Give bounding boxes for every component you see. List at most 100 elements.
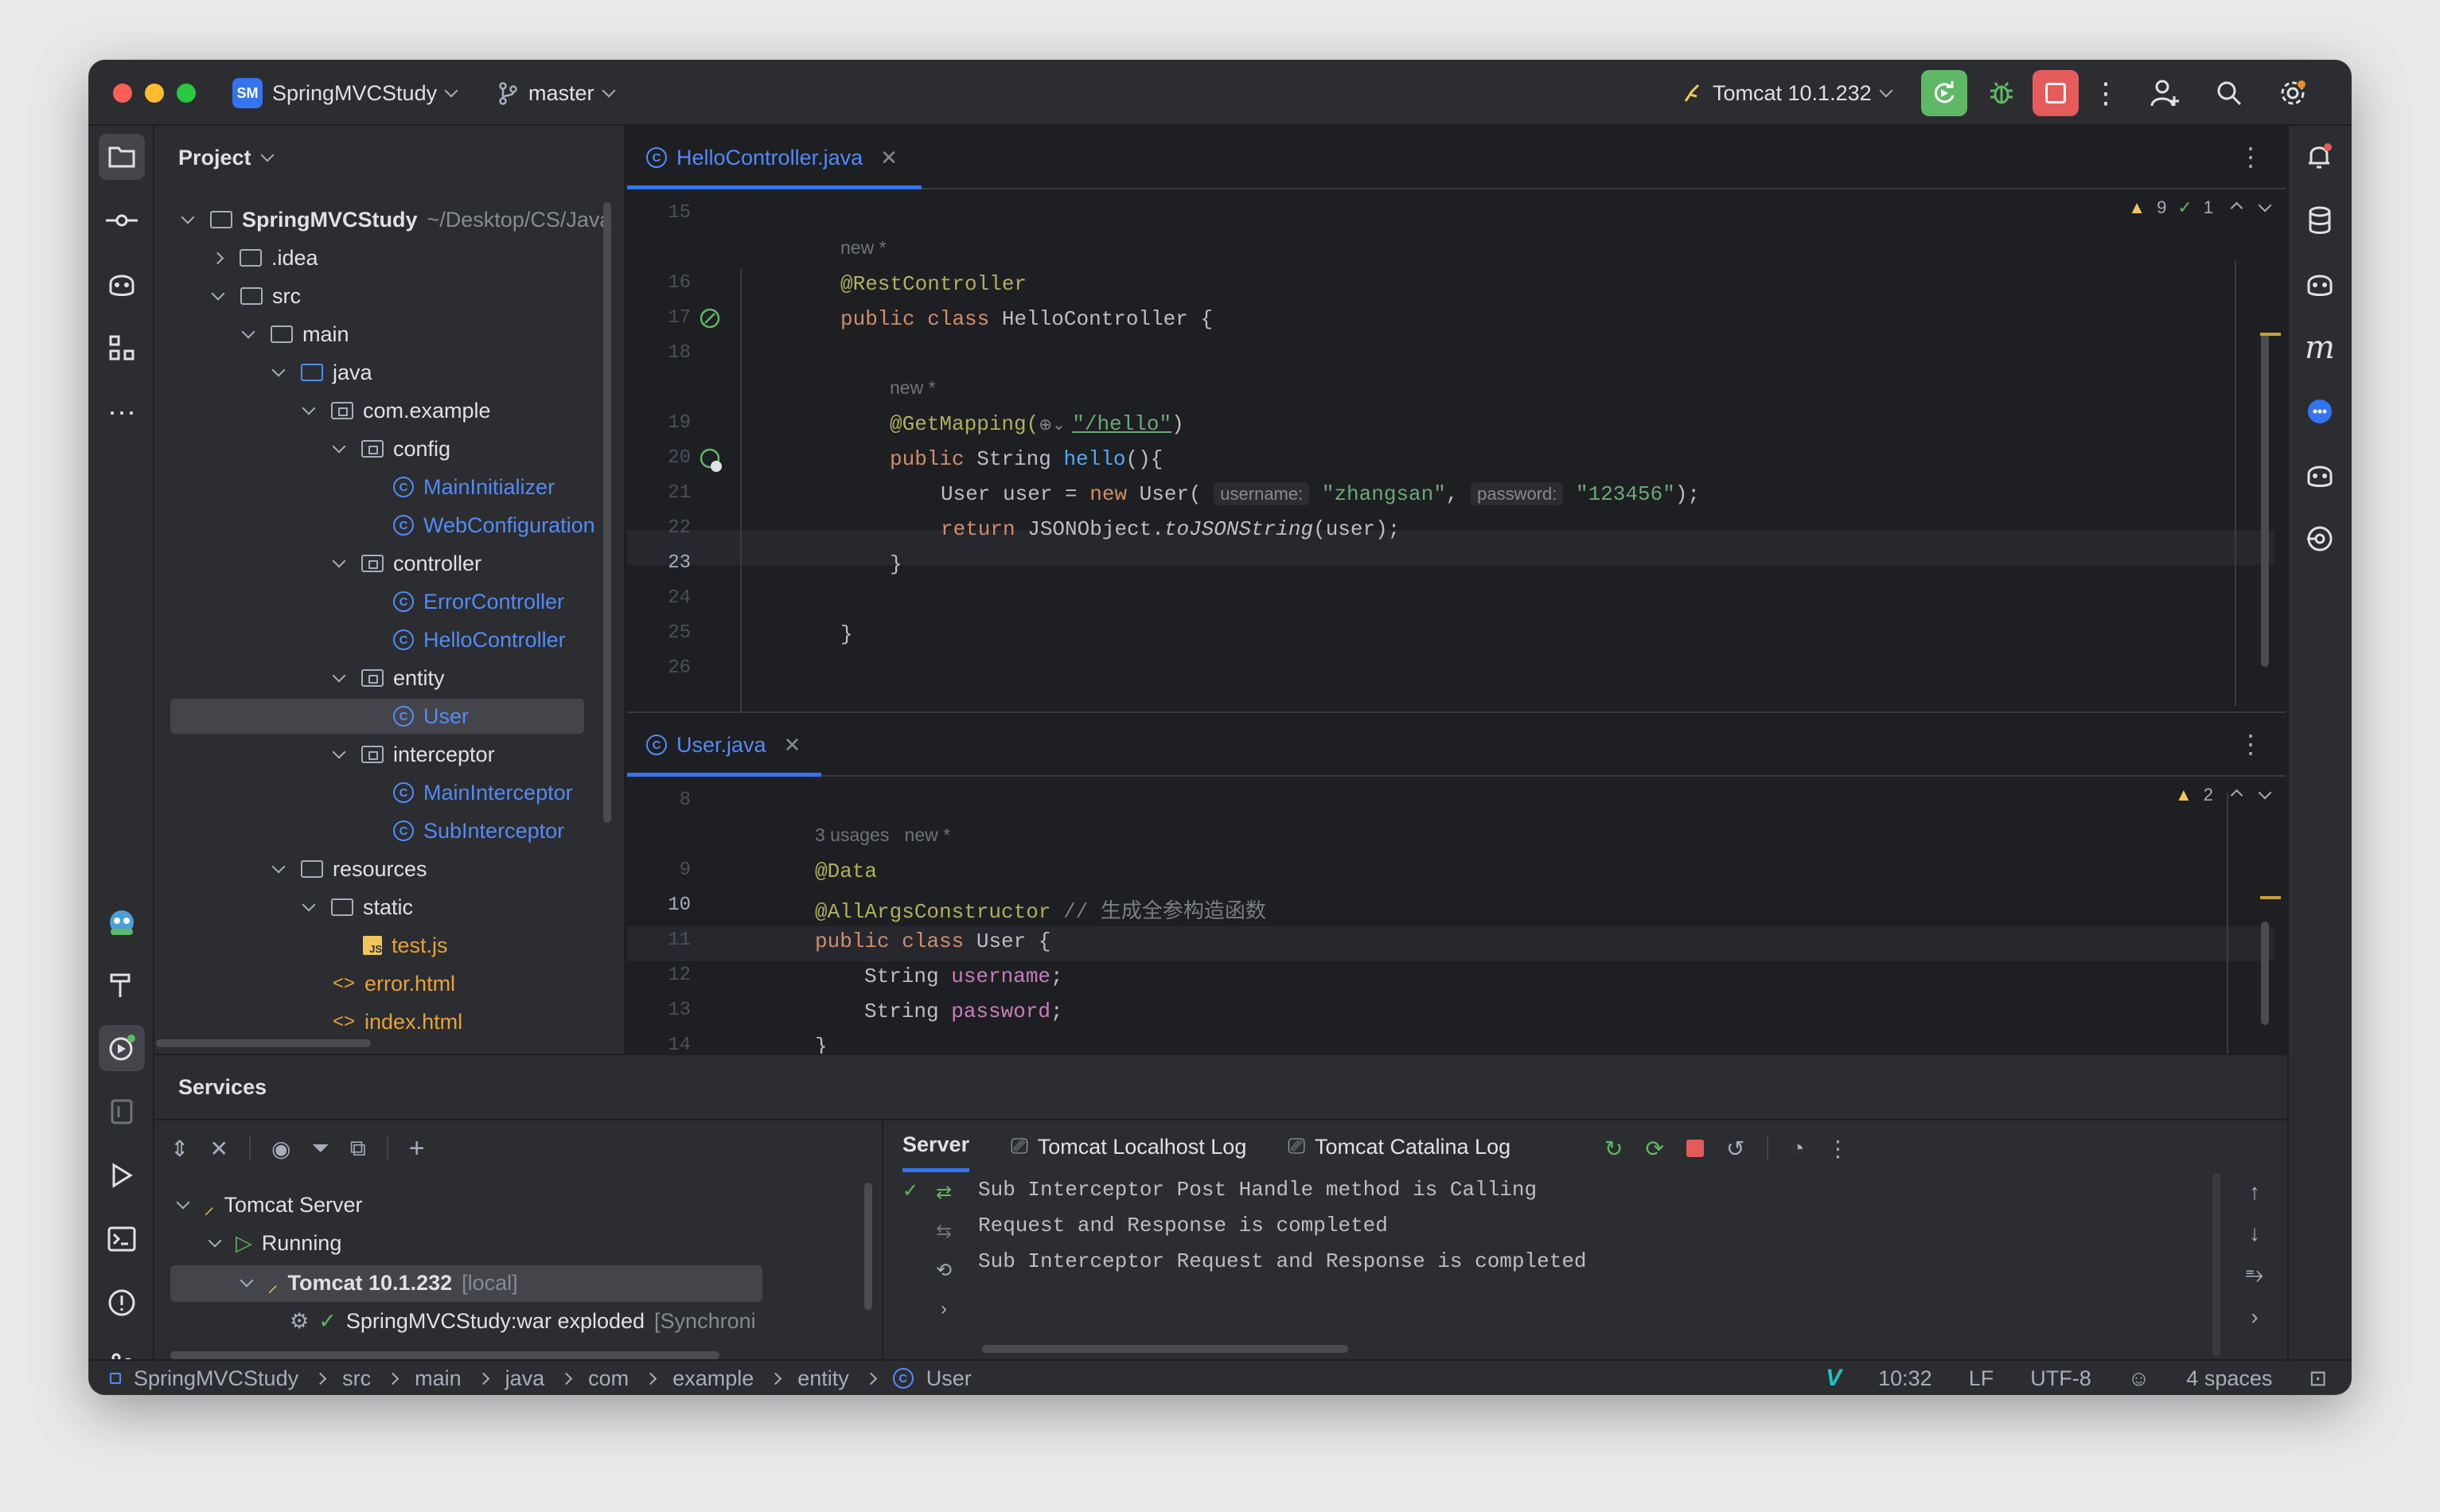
tree-item[interactable]: C ErrorController — [364, 583, 564, 621]
arrow-down-icon[interactable]: ↓ — [2249, 1221, 2260, 1246]
breadcrumb-item[interactable]: src — [342, 1366, 371, 1391]
stop-button[interactable] — [2033, 70, 2079, 116]
run-tool-button[interactable] — [99, 1152, 145, 1198]
filter-icon[interactable]: ⏷ — [311, 1136, 329, 1162]
tree-item[interactable]: interceptor — [332, 735, 495, 774]
close-tab-icon[interactable]: ✕ — [880, 146, 898, 170]
code-with-me-button[interactable] — [2142, 70, 2189, 116]
prev-highlight-icon[interactable] — [2230, 201, 2243, 214]
tab-server[interactable]: Server — [902, 1121, 970, 1172]
branch-selector[interactable]: master — [497, 60, 616, 126]
project-tool-button[interactable] — [99, 134, 145, 180]
indent-setting[interactable]: 4 spaces — [2186, 1366, 2272, 1391]
chevron-down-icon[interactable] — [332, 668, 346, 683]
plugin-tool-button[interactable] — [99, 898, 145, 944]
tree-item[interactable]: C WebConfiguration — [364, 506, 595, 544]
service-node-artifact[interactable]: ⚙ ✓ SpringMVCStudy:war exploded [Synchro… — [290, 1302, 756, 1340]
chevron-down-icon[interactable] — [302, 898, 316, 912]
maven-button[interactable]: m — [2297, 325, 2343, 371]
gauge-icon[interactable]: ◔ — [1791, 1136, 1804, 1161]
tree-item[interactable]: C User — [364, 697, 469, 735]
breadcrumb-item[interactable]: SpringMVCStudy — [134, 1366, 298, 1391]
tree-item[interactable]: <> index.html — [304, 1003, 462, 1041]
chevron-down-icon[interactable] — [332, 745, 346, 759]
tab-user[interactable]: C User.java ✕ — [646, 713, 801, 777]
arrow-up-icon[interactable]: ↑ — [2249, 1179, 2260, 1205]
usages-hint[interactable]: 3 usages new * — [815, 824, 950, 846]
terminal-tool-button[interactable] — [99, 1216, 145, 1262]
problems-tool-button[interactable] — [99, 1280, 145, 1326]
new-tab-icon[interactable]: ⧉ — [350, 1136, 366, 1162]
string-literal[interactable]: "/hello" — [1072, 412, 1171, 436]
structure-tool-button[interactable] — [99, 325, 145, 371]
commit-tool-button[interactable] — [99, 197, 145, 244]
lock-icon[interactable]: ⊡ — [2309, 1366, 2327, 1391]
chevron-down-icon[interactable] — [211, 286, 225, 301]
copilot-status-icon[interactable]: ☺ — [2128, 1366, 2150, 1391]
chevron-right-icon[interactable]: › — [2251, 1304, 2258, 1330]
tab-options-button[interactable]: ⋮ — [2238, 142, 2263, 172]
console-hscrollbar[interactable] — [982, 1345, 1348, 1353]
restart-icon[interactable]: ↺ — [1726, 1136, 1744, 1162]
editor-user[interactable]: C User.java ✕ ⋮ ▲ 2 8 9 10 11 12 13 14 3 … — [627, 711, 2286, 1058]
tree-item[interactable]: main — [241, 315, 349, 353]
tree-item[interactable]: java — [271, 353, 372, 392]
globe-hint-icon[interactable]: ⊕⌄ — [1039, 415, 1072, 435]
expand-icon[interactable]: › — [941, 1298, 947, 1320]
file-encoding[interactable]: UTF-8 — [2030, 1366, 2091, 1391]
tree-item[interactable]: resources — [271, 850, 427, 888]
chevron-down-icon[interactable] — [332, 439, 346, 454]
breadcrumb-item[interactable]: User — [926, 1366, 972, 1391]
tab-options-button[interactable]: ⋮ — [2238, 729, 2263, 759]
copilot-button[interactable] — [2297, 452, 2343, 498]
search-everywhere-button[interactable] — [2206, 70, 2252, 116]
endpoint-gutter-icon[interactable] — [699, 447, 726, 474]
next-highlight-icon[interactable] — [2258, 198, 2272, 212]
add-icon[interactable]: + — [409, 1133, 425, 1164]
editor-hello-controller[interactable]: C HelloController.java ✕ ⋮ ▲ 9 ✓ 1 15 16 1… — [627, 126, 2286, 711]
tab-catalina-log[interactable]: ⎚ Tomcat Catalina Log — [1288, 1134, 1510, 1159]
tree-item[interactable]: .idea — [211, 239, 318, 277]
rerun-button[interactable] — [1921, 70, 1967, 116]
more-actions-button[interactable]: ⋮ — [2090, 70, 2122, 116]
tree-item[interactable]: C MainInitializer — [364, 468, 555, 506]
tree-item[interactable]: controller — [332, 544, 481, 583]
run-config-selector[interactable]: Tomcat 10.1.232 — [1682, 60, 1893, 126]
breadcrumb-item[interactable]: main — [415, 1366, 462, 1391]
chevron-down-icon[interactable] — [302, 401, 316, 415]
breadcrumb-item[interactable]: com — [588, 1366, 629, 1391]
service-node-running[interactable]: ▷ Running — [208, 1224, 341, 1262]
run-panel-tool-button[interactable] — [99, 1089, 145, 1135]
expand-all-icon[interactable]: ⇕ — [170, 1136, 189, 1162]
database-button[interactable] — [2297, 197, 2343, 244]
copilot-chat-button[interactable] — [2297, 261, 2343, 307]
tree-item[interactable]: <> error.html — [304, 964, 455, 1003]
soft-wrap-icon[interactable]: ⥱ — [2246, 1262, 2263, 1288]
tree-horizontal-scrollbar[interactable] — [156, 1039, 371, 1047]
close-tab-icon[interactable]: ✕ — [784, 733, 801, 758]
services-tree-scrollbar[interactable] — [864, 1183, 872, 1310]
kebab-icon[interactable]: ⋮ — [1826, 1136, 1849, 1162]
tree-item[interactable]: static — [302, 888, 413, 926]
editor-scrollbar[interactable] — [2261, 922, 2269, 1025]
service-node-tomcat-instance[interactable]: ⸝ Tomcat 10.1.232 [local] — [240, 1264, 518, 1302]
vim-icon[interactable]: V — [1826, 1365, 1842, 1392]
inspection-widget[interactable]: ▲ 9 ✓ 1 — [2128, 197, 2272, 218]
endpoints-button[interactable] — [2297, 516, 2343, 562]
maximize-window-button[interactable] — [177, 84, 196, 103]
breadcrumb-item[interactable]: java — [505, 1366, 545, 1391]
minimize-window-button[interactable] — [145, 84, 164, 103]
tab-localhost-log[interactable]: ⎚ Tomcat Localhost Log — [1011, 1134, 1246, 1159]
tree-item[interactable]: com.example — [302, 392, 491, 430]
chevron-right-icon[interactable] — [211, 251, 224, 264]
redeploy-icon[interactable]: ⟳ — [1645, 1136, 1663, 1162]
breadcrumb-item[interactable]: example — [672, 1366, 754, 1391]
tree-item[interactable]: SpringMVCStudy ~/Desktop/CS/Java — [181, 201, 611, 239]
ai-chat-button[interactable] — [2297, 388, 2343, 435]
rerun-icon[interactable]: ↻ — [1604, 1136, 1623, 1162]
editor-scrollbar[interactable] — [2261, 333, 2269, 667]
prev-highlight-icon[interactable] — [2230, 789, 2243, 801]
console-output[interactable]: Sub Interceptor Post Handle method is Ca… — [978, 1173, 2283, 1340]
service-node-tomcat-server[interactable]: ⸝ Tomcat Server — [176, 1186, 363, 1224]
chevron-down-icon[interactable] — [241, 325, 255, 339]
